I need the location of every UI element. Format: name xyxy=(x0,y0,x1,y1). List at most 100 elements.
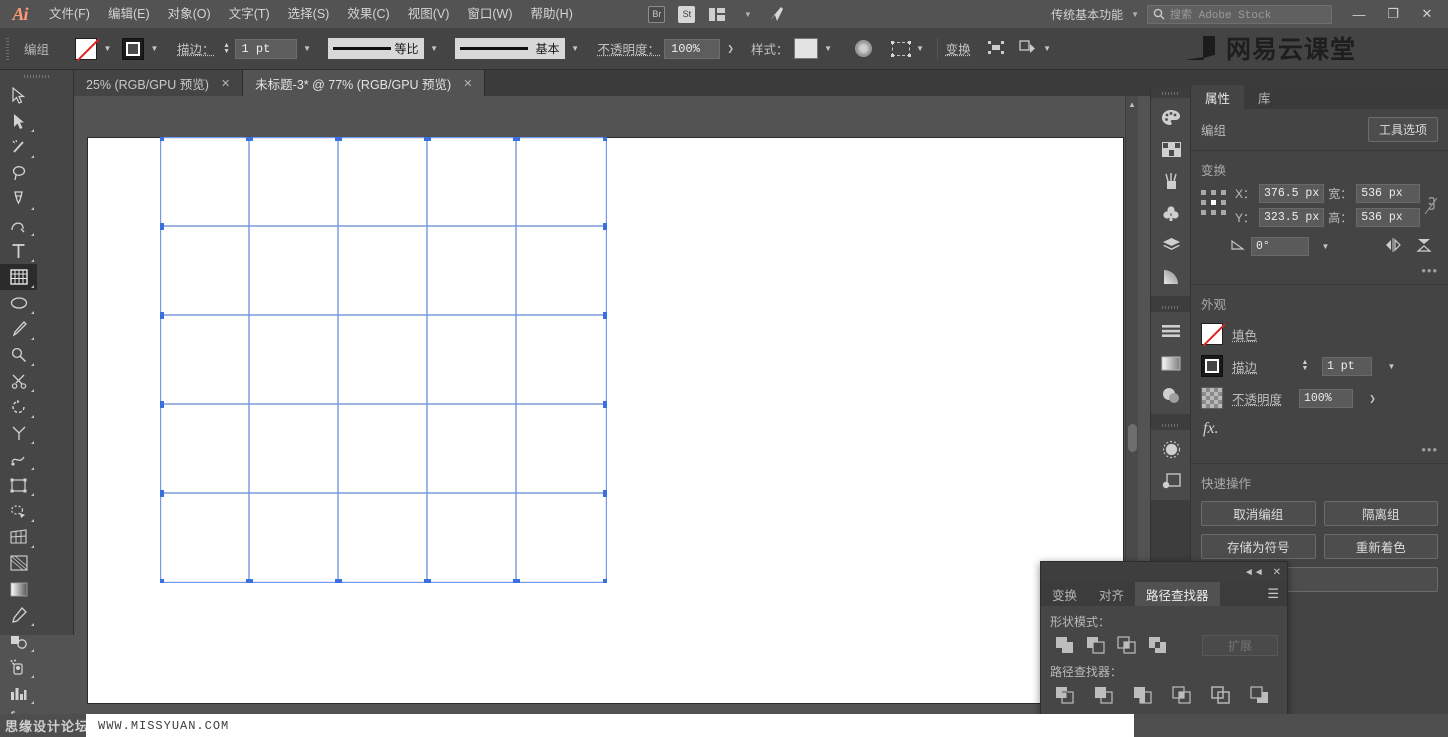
rectangular-grid-tool[interactable] xyxy=(0,264,37,290)
graphic-styles-panel-icon[interactable] xyxy=(1151,465,1191,497)
divide-icon[interactable] xyxy=(1050,684,1078,706)
appearance-stroke-swatch[interactable] xyxy=(1201,355,1223,377)
menu-help[interactable]: 帮助(H) xyxy=(522,0,582,28)
menu-view[interactable]: 视图(V) xyxy=(399,0,459,28)
stroke-panel-icon[interactable] xyxy=(1151,347,1191,379)
direct-selection-tool[interactable] xyxy=(0,108,37,134)
arrange-chevron-icon[interactable]: ▼ xyxy=(1039,38,1056,60)
tab-align[interactable]: 对齐 xyxy=(1088,582,1135,606)
workspace-switcher[interactable]: 传统基本功能 xyxy=(1045,6,1129,23)
pathfinder-collapse-icon[interactable]: ◄◄ xyxy=(1244,567,1264,578)
stock-icon[interactable]: St xyxy=(676,4,698,24)
transparency-panel-icon[interactable] xyxy=(1151,379,1191,411)
pathfinder-close-icon[interactable]: ✕ xyxy=(1273,567,1281,578)
perspective-grid-tool[interactable] xyxy=(0,498,37,524)
ungroup-button[interactable]: 取消编组 xyxy=(1201,501,1316,526)
column-graph-tool[interactable] xyxy=(0,680,37,706)
blend-tool[interactable] xyxy=(0,628,37,654)
pathfinder-menu-icon[interactable]: ☰ xyxy=(1259,582,1287,606)
type-tool[interactable] xyxy=(0,238,37,264)
opacity-expand-icon[interactable]: ❯ xyxy=(722,38,739,60)
reference-point-selector[interactable] xyxy=(1201,190,1229,218)
swatches-panel-icon[interactable] xyxy=(1151,133,1191,165)
align-panel-icon[interactable] xyxy=(1151,315,1191,347)
menu-file[interactable]: 文件(F) xyxy=(40,0,99,28)
tab-transform[interactable]: 变换 xyxy=(1041,582,1088,606)
rectangular-grid-object[interactable] xyxy=(160,137,607,583)
transform-more-options[interactable]: ••• xyxy=(1191,263,1448,284)
style-chevron-down-icon[interactable]: ▼ xyxy=(820,38,837,60)
save-as-symbol-button[interactable]: 存储为符号 xyxy=(1201,534,1316,559)
free-transform-tool[interactable] xyxy=(0,446,37,472)
paintbrush-tool[interactable] xyxy=(0,316,37,342)
selection-tool[interactable] xyxy=(0,82,37,108)
color-panel-icon[interactable] xyxy=(1151,101,1191,133)
opacity-input[interactable]: 100% xyxy=(664,39,720,59)
curvature-tool[interactable] xyxy=(0,212,37,238)
width-tool[interactable] xyxy=(0,420,37,446)
close-button[interactable]: ✕ xyxy=(1410,0,1444,28)
width-input[interactable]: 536 px xyxy=(1356,184,1420,203)
appearance-opacity-swatch[interactable] xyxy=(1201,387,1223,409)
flip-vertical-icon[interactable] xyxy=(1412,237,1436,256)
magic-wand-tool[interactable] xyxy=(0,134,37,160)
stock-search-input[interactable]: 搜索 Adobe Stock xyxy=(1147,5,1332,24)
fill-color-swatch[interactable] xyxy=(75,38,97,60)
appearance-fill-swatch[interactable] xyxy=(1201,323,1223,345)
effects-button[interactable]: fx. xyxy=(1191,414,1448,442)
document-tab-1[interactable]: 25% (RGB/GPU 预览) ✕ xyxy=(74,70,243,96)
rotate-tool[interactable] xyxy=(0,394,37,420)
appearance-opacity-expand-icon[interactable]: ❯ xyxy=(1364,387,1381,409)
symbol-sprayer-tool[interactable] xyxy=(0,654,37,680)
appearance-stroke-weight-input[interactable]: 1 pt xyxy=(1322,357,1372,376)
document-tab-2-close-icon[interactable]: ✕ xyxy=(463,77,472,90)
transform-button[interactable]: 变换 xyxy=(946,39,971,58)
merge-icon[interactable] xyxy=(1128,684,1156,706)
restore-button[interactable]: ❐ xyxy=(1376,0,1410,28)
dock-group-3-grip[interactable] xyxy=(1151,420,1190,430)
dock-group-2-grip[interactable] xyxy=(1151,302,1190,312)
gradient-tool[interactable] xyxy=(0,576,37,602)
stroke-weight-stepper[interactable]: ▲▼ xyxy=(221,39,233,59)
stroke-weight-input[interactable]: 1 pt xyxy=(235,39,297,59)
document-tab-2[interactable]: 未标题-3* @ 77% (RGB/GPU 预览) ✕ xyxy=(243,70,485,96)
appearance-more-options[interactable]: ••• xyxy=(1191,442,1448,463)
outline-icon[interactable] xyxy=(1206,684,1234,706)
isolate-group-button[interactable]: 隔离组 xyxy=(1324,501,1439,526)
minus-front-icon[interactable] xyxy=(1081,634,1109,656)
menu-object[interactable]: 对象(O) xyxy=(159,0,220,28)
menu-edit[interactable]: 编辑(E) xyxy=(99,0,159,28)
gradient-mesh-tool[interactable] xyxy=(0,550,37,576)
select-similar-chevron-down-icon[interactable]: ▼ xyxy=(912,38,929,60)
profile-chevron-down-icon[interactable]: ▼ xyxy=(426,38,443,60)
fill-chevron-down-icon[interactable]: ▼ xyxy=(99,38,116,60)
eyedropper-tool[interactable] xyxy=(0,602,37,628)
select-similar-icon[interactable] xyxy=(892,42,910,56)
tab-pathfinder[interactable]: 路径查找器 xyxy=(1135,582,1220,606)
flip-horizontal-icon[interactable] xyxy=(1380,238,1406,255)
scroll-up-icon[interactable]: ▲ xyxy=(1126,96,1138,112)
trim-icon[interactable] xyxy=(1089,684,1117,706)
mesh-tool[interactable] xyxy=(0,524,37,550)
shape-builder-tool[interactable] xyxy=(0,472,37,498)
angle-chevron-down-icon[interactable]: ▼ xyxy=(1317,235,1334,257)
menu-select[interactable]: 选择(S) xyxy=(279,0,339,28)
pen-tool[interactable] xyxy=(0,186,37,212)
arrange-chevron-down-icon[interactable]: ▼ xyxy=(736,4,758,24)
brush-chevron-down-icon[interactable]: ▼ xyxy=(567,38,584,60)
gradient-panel-icon[interactable] xyxy=(1151,261,1191,293)
minimize-button[interactable]: — xyxy=(1342,0,1376,28)
arrange-objects-icon[interactable] xyxy=(1019,40,1037,58)
y-input[interactable]: 323.5 px xyxy=(1259,208,1324,227)
appearance-panel-icon[interactable] xyxy=(1151,433,1191,465)
style-swatch[interactable] xyxy=(794,38,818,59)
canvas-area[interactable]: ▲ xyxy=(74,96,1138,737)
appearance-opacity-input[interactable]: 100% xyxy=(1299,389,1353,408)
tab-libraries[interactable]: 库 xyxy=(1244,85,1285,109)
lasso-tool[interactable] xyxy=(0,160,37,186)
x-input[interactable]: 376.5 px xyxy=(1259,184,1324,203)
scrollbar-thumb[interactable] xyxy=(1128,424,1137,452)
tools-panel-grip[interactable] xyxy=(0,70,73,82)
recolor-artwork-icon[interactable] xyxy=(855,40,872,57)
bridge-icon[interactable]: Br xyxy=(646,4,668,24)
